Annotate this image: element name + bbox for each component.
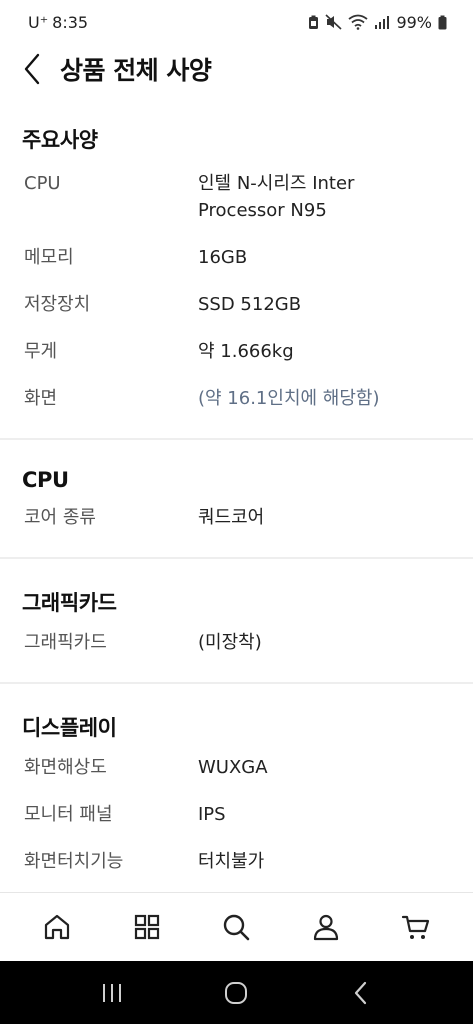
spec-value: 16GB xyxy=(198,247,248,268)
spec-label: 무게 xyxy=(24,341,58,362)
section-graphics: 그래픽카드 그래픽카드 (미장착) xyxy=(0,559,473,682)
section-title: 주요사양 xyxy=(22,128,98,152)
home-circle-icon xyxy=(225,981,248,1004)
section-title: 디스플레이 xyxy=(22,716,117,740)
recent-apps-button[interactable] xyxy=(82,968,142,1018)
spec-value: IPS xyxy=(198,804,226,825)
spec-value: 쿼드코어 xyxy=(198,507,265,528)
status-left: U⁺ 8:35 xyxy=(28,13,88,32)
spec-label: 코어 종류 xyxy=(24,507,96,528)
spec-label: CPU xyxy=(24,173,61,194)
spec-row: CPU 인텔 N-시리즈 Inter Processor N95 xyxy=(22,170,449,224)
spec-label: 모니터 패널 xyxy=(24,804,113,825)
page-title: 상품 전체 사양 xyxy=(60,56,212,85)
wifi-icon xyxy=(348,14,368,30)
system-back-icon xyxy=(354,981,366,1004)
search-icon xyxy=(224,914,250,941)
bottom-nav xyxy=(0,892,473,961)
spec-row: 그래픽카드 (미장착) xyxy=(22,629,449,656)
header: 상품 전체 사양 xyxy=(0,44,473,94)
spec-value: SSD 512GB xyxy=(198,294,302,315)
category-grid-icon xyxy=(134,914,159,940)
back-button[interactable] xyxy=(0,44,60,94)
spec-value: (미장착) xyxy=(198,632,262,653)
spec-label: 화면 xyxy=(24,388,58,409)
spec-row: 화면 (약 16.1인치에 해당함) xyxy=(22,385,449,412)
spec-value-line: Processor N95 xyxy=(198,200,327,221)
user-icon xyxy=(314,914,339,941)
spec-label: 화면해상도 xyxy=(24,757,107,778)
spec-label: 화면터치기능 xyxy=(24,851,124,872)
spec-row: 코어 종류 쿼드코어 xyxy=(22,504,449,531)
carrier-label: U⁺ xyxy=(28,12,49,32)
spec-label: 메모리 xyxy=(24,247,74,268)
system-back-button[interactable] xyxy=(331,968,391,1018)
spec-row: 화면해상도 WUXGA xyxy=(22,754,449,781)
spec-value-line: 인텔 N-시리즈 Inter xyxy=(198,173,355,194)
spec-value: (약 16.1인치에 해당함) xyxy=(198,388,380,409)
cart-icon xyxy=(401,915,430,939)
section-cpu: CPU 코어 종류 쿼드코어 xyxy=(0,440,473,557)
spec-label: 저장장치 xyxy=(24,294,91,315)
nav-cart[interactable] xyxy=(391,902,441,952)
status-bar: U⁺ 8:35 99% xyxy=(0,0,473,44)
signal-icon xyxy=(374,15,390,29)
system-nav-bar xyxy=(0,961,473,1024)
battery-label: 99% xyxy=(396,12,432,32)
chevron-left-icon xyxy=(24,53,40,85)
section-display: 디스플레이 화면해상도 WUXGA 모니터 패널 IPS 화면터치기능 터치불가 xyxy=(0,684,473,892)
spec-row: 화면터치기능 터치불가 xyxy=(22,848,449,875)
spec-value: WUXGA xyxy=(198,757,268,778)
section-title: CPU xyxy=(22,468,69,492)
status-right: 99% xyxy=(308,13,447,32)
spec-content[interactable]: 주요사양 CPU 인텔 N-시리즈 Inter Processor N95 메모… xyxy=(0,94,473,892)
home-icon xyxy=(44,914,69,940)
nav-home[interactable] xyxy=(32,902,82,952)
status-time: 8:35 xyxy=(52,12,89,32)
battery-icon xyxy=(438,15,447,30)
nav-my[interactable] xyxy=(301,902,351,952)
spec-row: 모니터 패널 IPS xyxy=(22,801,449,828)
mute-icon xyxy=(325,14,342,30)
section-main-specs: 주요사양 CPU 인텔 N-시리즈 Inter Processor N95 메모… xyxy=(0,94,473,438)
battery-saver-icon xyxy=(308,15,319,30)
nav-search[interactable] xyxy=(211,902,261,952)
spec-label: 그래픽카드 xyxy=(24,632,107,653)
spec-row: 무게 약 1.666kg xyxy=(22,338,449,365)
recent-apps-icon xyxy=(103,983,122,1002)
spec-value: 터치불가 xyxy=(198,851,265,872)
spec-value: 약 1.666kg xyxy=(198,341,294,362)
spec-value: 인텔 N-시리즈 Inter Processor N95 xyxy=(198,170,449,224)
spec-row: 저장장치 SSD 512GB xyxy=(22,291,449,318)
system-home-button[interactable] xyxy=(206,968,266,1018)
section-title: 그래픽카드 xyxy=(22,591,117,615)
nav-category[interactable] xyxy=(122,902,172,952)
spec-row: 메모리 16GB xyxy=(22,244,449,271)
